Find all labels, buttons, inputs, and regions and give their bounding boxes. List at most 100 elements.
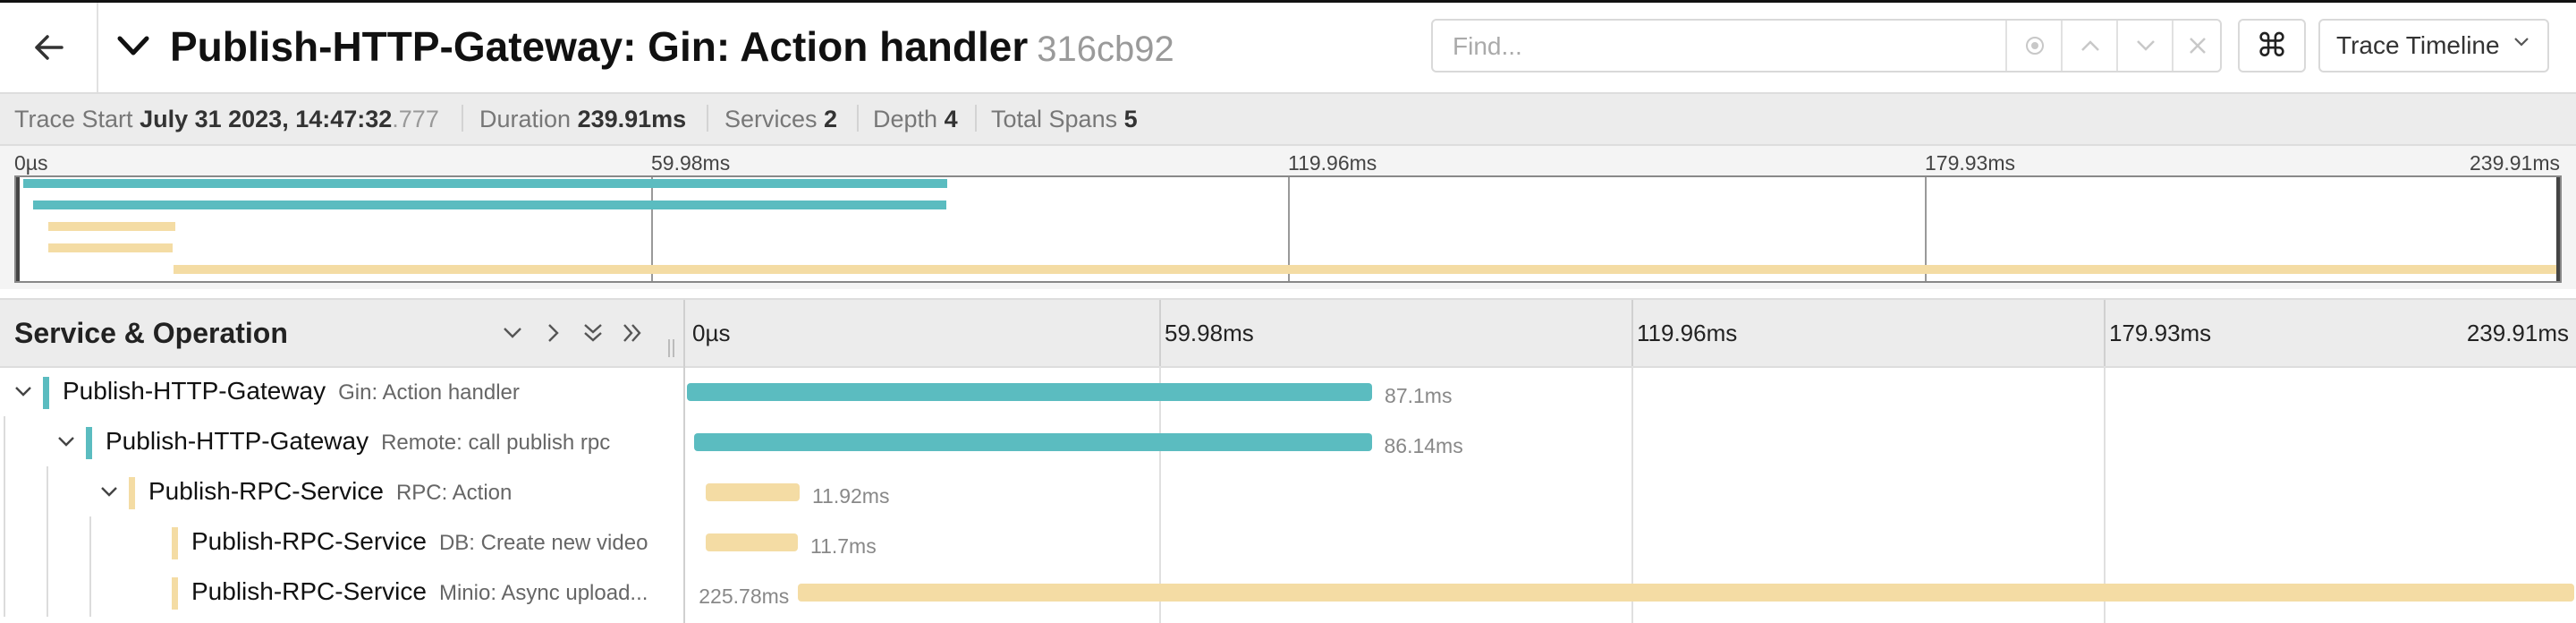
chevron-down-icon <box>2137 40 2155 51</box>
trace-header: Publish-HTTP-Gateway: Gin: Action handle… <box>0 3 2576 94</box>
chevron-right-icon <box>548 324 559 342</box>
duration: Duration 239.91ms <box>479 106 686 133</box>
tree-guide-line <box>47 567 48 617</box>
span-bar[interactable] <box>687 383 1373 401</box>
span-row[interactable]: Publish-HTTP-Gateway Gin: Action handler 8… <box>0 366 2576 416</box>
minimap-tick: 119.96ms <box>1288 151 1377 175</box>
minimap-tick: 239.91ms <box>2469 151 2560 175</box>
service-name: Publish-HTTP-Gateway <box>106 427 369 455</box>
trace-start-value: July 31 2023, 14:47:32 <box>140 106 393 132</box>
span-name-cell[interactable]: Publish-RPC-Service RPC: Action <box>0 466 683 516</box>
span-bar[interactable] <box>693 433 1372 451</box>
timeline-gridline <box>1631 300 1633 366</box>
span-service-label: Publish-HTTP-Gateway Gin: Action handler <box>63 377 520 405</box>
span-row[interactable]: Publish-RPC-Service RPC: Action 11.92ms <box>0 466 2576 516</box>
command-icon: ⌘ <box>2256 27 2288 64</box>
total-spans: Total Spans 5 <box>991 106 1138 133</box>
expand-one-button[interactable] <box>540 320 567 346</box>
trace-title-text: Publish-HTTP-Gateway: Gin: Action handle… <box>170 23 1029 70</box>
tree-guide-line <box>4 567 5 617</box>
depth: Depth 4 <box>873 106 958 133</box>
span-duration-label: 86.14ms <box>1384 434 1463 457</box>
service-color-bar <box>172 527 178 559</box>
total-spans-value: 5 <box>1123 106 1138 132</box>
minimap-span-bar <box>48 243 174 252</box>
span-service-label: Publish-RPC-Service DB: Create new video <box>191 527 648 556</box>
divider <box>462 105 463 132</box>
service-name: Publish-RPC-Service <box>148 477 384 505</box>
chevron-down-icon[interactable] <box>13 380 34 402</box>
trace-start: Trace Start July 31 2023, 14:47:32.777 <box>14 106 439 133</box>
span-row[interactable]: Publish-RPC-Service Minio: Async upload..… <box>0 567 2576 617</box>
span-rows: Publish-HTTP-Gateway Gin: Action handler 8… <box>0 366 2576 623</box>
minimap-right-handle[interactable] <box>2556 177 2560 281</box>
view-select[interactable]: Trace Timeline <box>2318 19 2549 73</box>
tree-guide-line <box>89 516 91 567</box>
operation-name: Minio: Async upload... <box>438 581 648 605</box>
operation-name: Gin: Action handler <box>338 380 520 405</box>
minimap-tick: 59.98ms <box>651 151 731 175</box>
span-service-label: Publish-RPC-Service RPC: Action <box>148 477 512 506</box>
collapse-one-button[interactable] <box>499 320 526 346</box>
view-select-value: Trace Timeline <box>2336 31 2500 59</box>
timeline-tick: 179.93ms <box>2109 320 2212 346</box>
tree-guide-line <box>89 567 91 617</box>
back-button[interactable] <box>0 3 98 92</box>
find-box <box>1431 19 2222 73</box>
trace-title: Publish-HTTP-Gateway: Gin: Action handle… <box>170 22 1174 71</box>
timeline-tick: 239.91ms <box>2466 320 2569 346</box>
service-color-bar <box>172 577 178 610</box>
double-chevron-down-icon <box>584 324 602 342</box>
tree-guide-line <box>4 516 5 567</box>
chevron-down-icon[interactable] <box>98 481 120 502</box>
span-name-cell[interactable]: Publish-HTTP-Gateway Gin: Action handler <box>0 366 683 416</box>
minimap-left-handle[interactable] <box>16 177 20 281</box>
divider <box>975 105 977 132</box>
collapse-all-button[interactable] <box>580 320 606 346</box>
service-color-bar <box>129 477 135 509</box>
double-chevron-right-icon <box>623 324 641 342</box>
trace-minimap[interactable]: 0µs 59.98ms 119.96ms 179.93ms 239.91ms <box>0 146 2576 289</box>
column-resize-grip[interactable] <box>667 339 676 357</box>
locate-button[interactable] <box>2005 21 2063 71</box>
span-duration-label: 225.78ms <box>699 585 790 608</box>
service-operation-title: Service & Operation <box>14 317 288 349</box>
duration-label: Duration <box>479 106 572 132</box>
minimap-tick: 0µs <box>14 151 48 175</box>
column-divider[interactable] <box>683 300 685 366</box>
next-match-button[interactable] <box>2116 21 2174 71</box>
service-color-bar <box>43 377 49 409</box>
span-bar[interactable] <box>798 584 2574 602</box>
trace-summary: Trace Start July 31 2023, 14:47:32.777 D… <box>0 94 2576 146</box>
span-row[interactable]: Publish-HTTP-Gateway Remote: call publish… <box>0 416 2576 466</box>
services: Services 2 <box>724 106 837 133</box>
keyboard-shortcuts-button[interactable]: ⌘ <box>2238 19 2306 73</box>
minimap-span-bar <box>48 222 175 231</box>
span-name-cell[interactable]: Publish-RPC-Service Minio: Async upload..… <box>0 567 683 617</box>
clear-find-button[interactable] <box>2172 21 2222 71</box>
services-value: 2 <box>824 106 838 132</box>
prev-match-button[interactable] <box>2061 21 2118 71</box>
service-name: Publish-RPC-Service <box>191 527 427 555</box>
span-name-cell[interactable]: Publish-RPC-Service DB: Create new video <box>0 516 683 567</box>
target-icon <box>2026 37 2044 55</box>
timeline-tick: 119.96ms <box>1637 320 1738 346</box>
span-bar[interactable] <box>706 483 800 501</box>
tree-guide-line <box>47 466 48 516</box>
operation-name: DB: Create new video <box>438 531 648 555</box>
trace-start-label: Trace Start <box>14 106 133 132</box>
total-spans-label: Total Spans <box>991 106 1118 132</box>
chevron-up-icon <box>2081 40 2099 51</box>
span-bar[interactable] <box>706 533 798 551</box>
services-label: Services <box>724 106 818 132</box>
minimap-canvas[interactable] <box>14 175 2562 283</box>
span-row[interactable]: Publish-RPC-Service DB: Create new video 1… <box>0 516 2576 567</box>
expand-all-button[interactable] <box>619 320 646 346</box>
span-name-cell[interactable]: Publish-HTTP-Gateway Remote: call publish… <box>0 416 683 466</box>
chevron-down-icon[interactable] <box>55 431 77 452</box>
duration-value: 239.91ms <box>577 106 687 132</box>
divider <box>857 105 859 132</box>
collapse-chevron-icon[interactable] <box>116 33 150 60</box>
depth-value: 4 <box>944 106 958 132</box>
find-input[interactable] <box>1451 30 2009 64</box>
